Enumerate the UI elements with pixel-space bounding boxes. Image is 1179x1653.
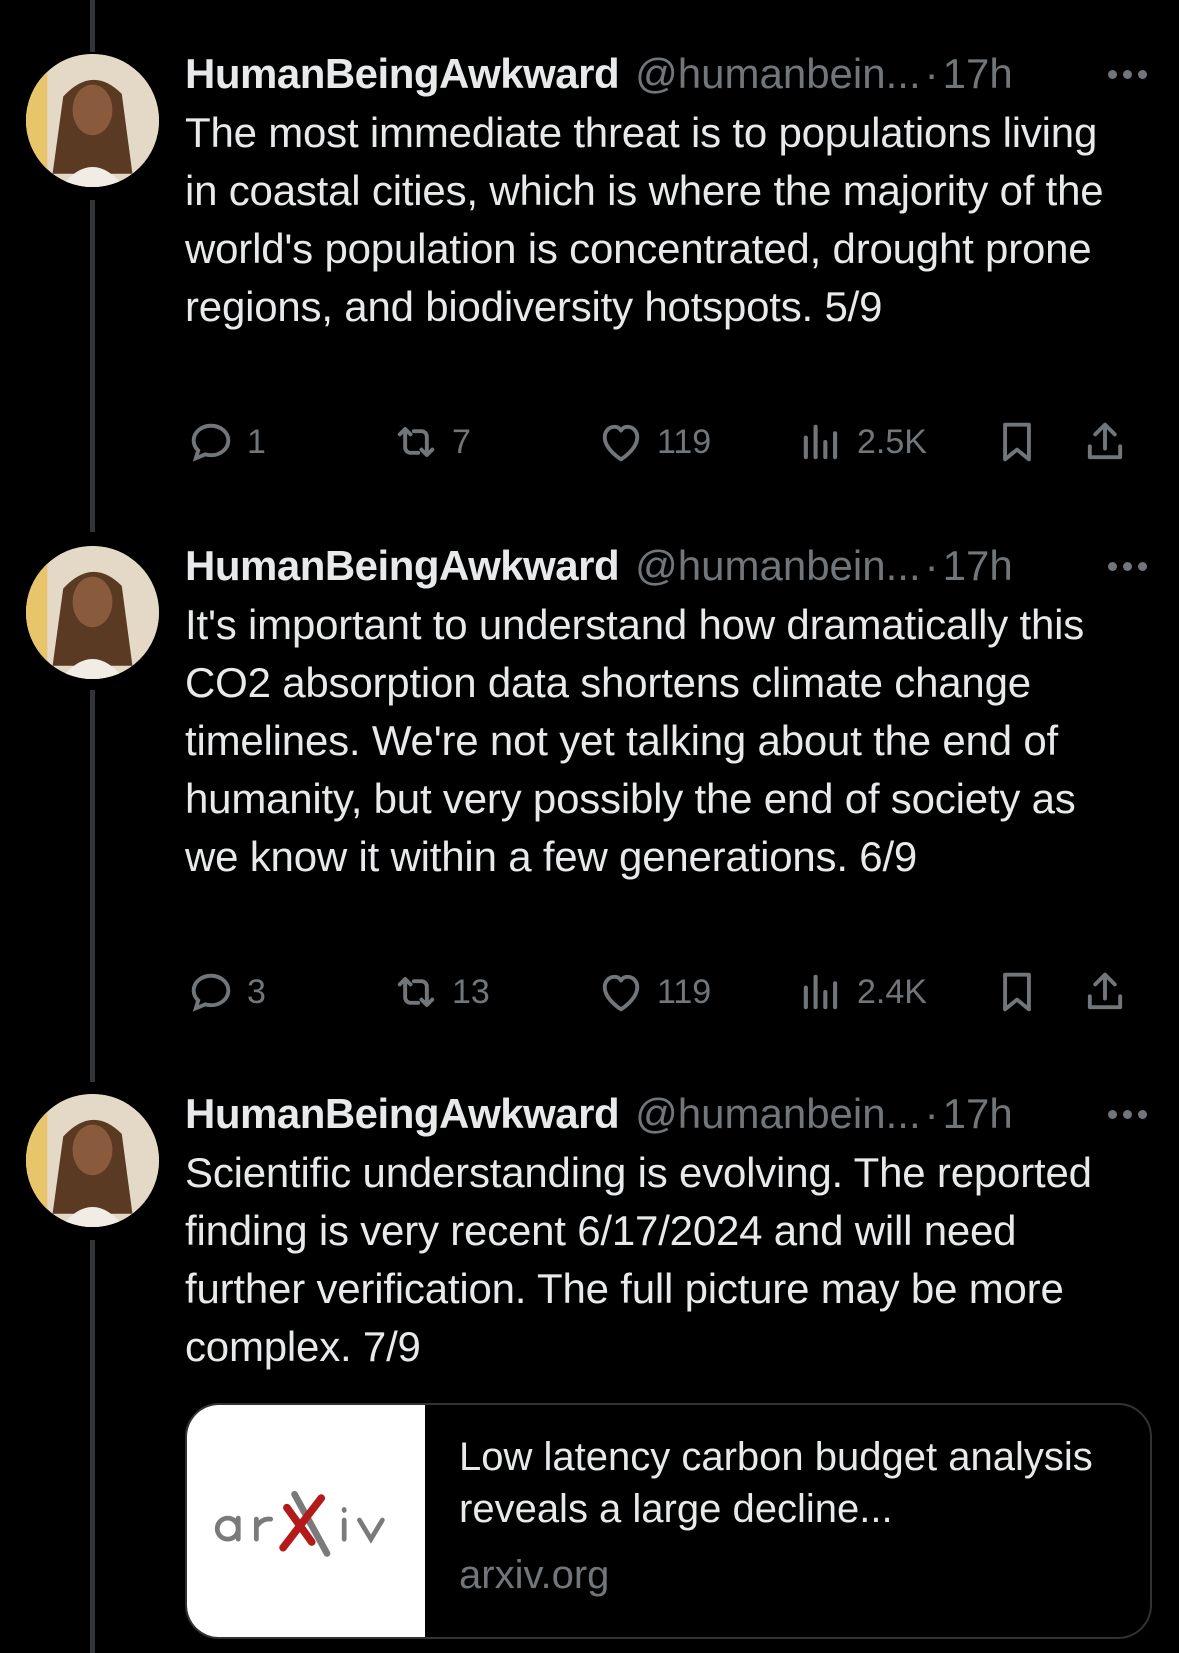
arxiv-logo-icon: arXiv <box>214 1490 385 1557</box>
card-domain: arxiv.org <box>459 1553 610 1597</box>
thread-feed: HumanBeingAwkward @humanbein... · 17h Th… <box>0 0 1179 1653</box>
link-card[interactable]: arXiv Low latency carbon budget analysis… <box>185 1403 1152 1639</box>
more-icon[interactable] <box>1095 1088 1159 1140</box>
card-title: Low latency carbon budget analysis revea… <box>459 1435 1093 1531</box>
user-handle[interactable]: @humanbein... <box>635 1088 920 1140</box>
arxiv-logo: arXiv <box>187 1405 425 1637</box>
separator: · <box>924 1090 939 1137</box>
timestamp[interactable]: 17h <box>943 1088 1013 1140</box>
tweet-text: Scientific understanding is evolving. Th… <box>185 1149 1092 1370</box>
display-name[interactable]: HumanBeingAwkward <box>185 1088 620 1140</box>
tweet[interactable]: HumanBeingAwkward @humanbein... · 17h Sc… <box>0 0 1179 1653</box>
tweet-header: HumanBeingAwkward @humanbein... · 17h <box>185 1088 1159 1140</box>
avatar[interactable] <box>26 1094 159 1227</box>
card-content: Low latency carbon budget analysis revea… <box>459 1431 1120 1601</box>
